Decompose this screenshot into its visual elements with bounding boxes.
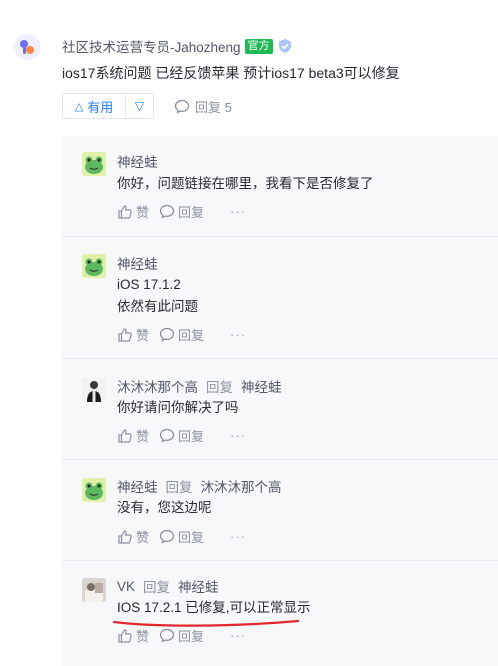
thumbs-up-icon bbox=[118, 327, 132, 342]
like-label: 赞 bbox=[136, 530, 150, 545]
comment-bubble-icon bbox=[159, 628, 175, 643]
frog-avatar-icon bbox=[82, 152, 106, 176]
like-label: 赞 bbox=[136, 429, 150, 444]
author-avatar[interactable] bbox=[14, 34, 40, 60]
reply-actions: 赞 回复 ··· bbox=[117, 202, 246, 221]
reply-label: 回复 bbox=[178, 205, 205, 220]
reply-text: 没有，您这边呢 bbox=[117, 500, 212, 515]
comment-bubble-icon bbox=[174, 99, 190, 114]
reply-label: 回复 bbox=[178, 429, 205, 444]
comment-bubble-icon bbox=[159, 529, 175, 544]
upvote-button[interactable]: △ 有用 bbox=[62, 93, 126, 119]
like-button[interactable]: 赞 bbox=[117, 626, 149, 645]
photo-avatar-icon bbox=[82, 578, 106, 602]
reply-button[interactable]: 回复 bbox=[159, 626, 204, 645]
reply-text: IOS 17.2.1 已修复,可以正常显示 bbox=[117, 600, 311, 615]
reply-header: VK 回复 神经蛙 bbox=[117, 576, 219, 596]
reply-to-word: 回复 bbox=[143, 580, 171, 595]
frog-avatar-icon bbox=[82, 478, 106, 502]
reply-label: 回复 bbox=[178, 530, 205, 545]
divider bbox=[62, 236, 498, 237]
official-badge: 官方 bbox=[244, 38, 273, 54]
reply-button[interactable]: 回复 bbox=[159, 527, 204, 546]
reply-username[interactable]: 神经蛙 bbox=[117, 476, 158, 496]
thumbs-up-icon bbox=[118, 428, 132, 443]
comment-bubble-icon bbox=[159, 327, 175, 342]
author-name[interactable]: 社区技术运营专员-Jahozheng bbox=[62, 36, 241, 56]
reply-avatar[interactable] bbox=[82, 152, 106, 176]
reply-header: 神经蛙 bbox=[117, 253, 158, 273]
comment-bubble-icon bbox=[159, 204, 175, 219]
reply-count-button[interactable]: 回复 5 bbox=[174, 97, 232, 116]
reply-header: 神经蛙 bbox=[117, 151, 158, 171]
thumbs-up-icon bbox=[118, 529, 132, 544]
reply-avatar[interactable] bbox=[82, 578, 106, 602]
verified-shield-icon bbox=[278, 39, 291, 53]
reply-username[interactable]: 沐沐沐那个高 bbox=[117, 376, 198, 396]
reply-username[interactable]: VK bbox=[117, 579, 135, 594]
more-options-button[interactable]: ··· bbox=[230, 204, 246, 219]
more-options-button[interactable]: ··· bbox=[230, 529, 246, 544]
author-line: 社区技术运营专员-Jahozheng 官方 bbox=[62, 37, 293, 55]
reply-avatar[interactable] bbox=[82, 478, 106, 502]
divider bbox=[62, 358, 498, 359]
reply-target-user[interactable]: 沐沐沐那个高 bbox=[201, 476, 282, 496]
divider bbox=[62, 560, 498, 561]
triangle-down-icon: ▽ bbox=[134, 99, 145, 113]
reply-text-line: 依然有此问题 bbox=[117, 299, 198, 314]
more-options-button[interactable]: ··· bbox=[230, 428, 246, 443]
comment-actions: △ 有用 ▽ 回复 5 bbox=[62, 92, 232, 120]
person-avatar-icon bbox=[82, 378, 106, 402]
reply-button[interactable]: 回复 bbox=[159, 426, 204, 445]
reply-to-word: 回复 bbox=[165, 480, 193, 495]
downvote-button[interactable]: ▽ bbox=[126, 93, 154, 119]
reply-target-user[interactable]: 神经蛙 bbox=[178, 576, 219, 596]
comment-text: ios17系统问题 已经反馈苹果 预计ios17 beta3可以修复 bbox=[62, 65, 400, 81]
like-button[interactable]: 赞 bbox=[117, 527, 149, 546]
reply-text: 你好请问你解决了吗 bbox=[117, 400, 239, 415]
like-button[interactable]: 赞 bbox=[117, 426, 149, 445]
reply-text: 你好，问题链接在哪里，我看下是否修复了 bbox=[117, 176, 374, 191]
comment-bubble-icon bbox=[159, 428, 175, 443]
thumbs-up-icon bbox=[118, 204, 132, 219]
replies-panel: 神经蛙 你好，问题链接在哪里，我看下是否修复了 赞 回复 ··· 神经蛙 iOS… bbox=[62, 136, 498, 666]
triangle-up-icon: △ bbox=[74, 100, 84, 113]
reply-avatar[interactable] bbox=[82, 378, 106, 402]
reply-actions: 赞 回复 ··· bbox=[117, 325, 246, 344]
divider bbox=[62, 459, 498, 460]
reply-text-line: iOS 17.1.2 bbox=[117, 277, 181, 292]
reply-username[interactable]: 神经蛙 bbox=[117, 253, 158, 273]
frog-avatar-icon bbox=[82, 254, 106, 278]
like-label: 赞 bbox=[136, 205, 150, 220]
like-label: 赞 bbox=[136, 629, 150, 644]
reply-avatar[interactable] bbox=[82, 254, 106, 278]
reply-target-user[interactable]: 神经蛙 bbox=[241, 376, 282, 396]
reply-button[interactable]: 回复 bbox=[159, 202, 204, 221]
reply-label: 回复 bbox=[178, 328, 205, 343]
reply-count-label: 回复 5 bbox=[195, 99, 232, 115]
comment-thread: 社区技术运营专员-Jahozheng 官方 ios17系统问题 已经反馈苹果 预… bbox=[0, 0, 498, 666]
upvote-label: 有用 bbox=[87, 99, 114, 115]
reply-actions: 赞 回复 ··· bbox=[117, 527, 246, 546]
like-button[interactable]: 赞 bbox=[117, 325, 149, 344]
reply-label: 回复 bbox=[178, 629, 205, 644]
community-logo-icon bbox=[14, 34, 40, 60]
more-options-button[interactable]: ··· bbox=[230, 327, 246, 342]
thumbs-up-icon bbox=[118, 628, 132, 643]
reply-to-word: 回复 bbox=[206, 380, 233, 395]
like-button[interactable]: 赞 bbox=[117, 202, 149, 221]
reply-header: 沐沐沐那个高 回复 神经蛙 bbox=[117, 376, 282, 396]
reply-actions: 赞 回复 ··· bbox=[117, 426, 246, 445]
like-label: 赞 bbox=[136, 328, 150, 343]
reply-actions: 赞 回复 ··· bbox=[117, 626, 246, 645]
reply-username[interactable]: 神经蛙 bbox=[117, 151, 158, 171]
reply-header: 神经蛙 回复 沐沐沐那个高 bbox=[117, 476, 282, 496]
more-options-button[interactable]: ··· bbox=[230, 628, 246, 643]
reply-button[interactable]: 回复 bbox=[159, 325, 204, 344]
